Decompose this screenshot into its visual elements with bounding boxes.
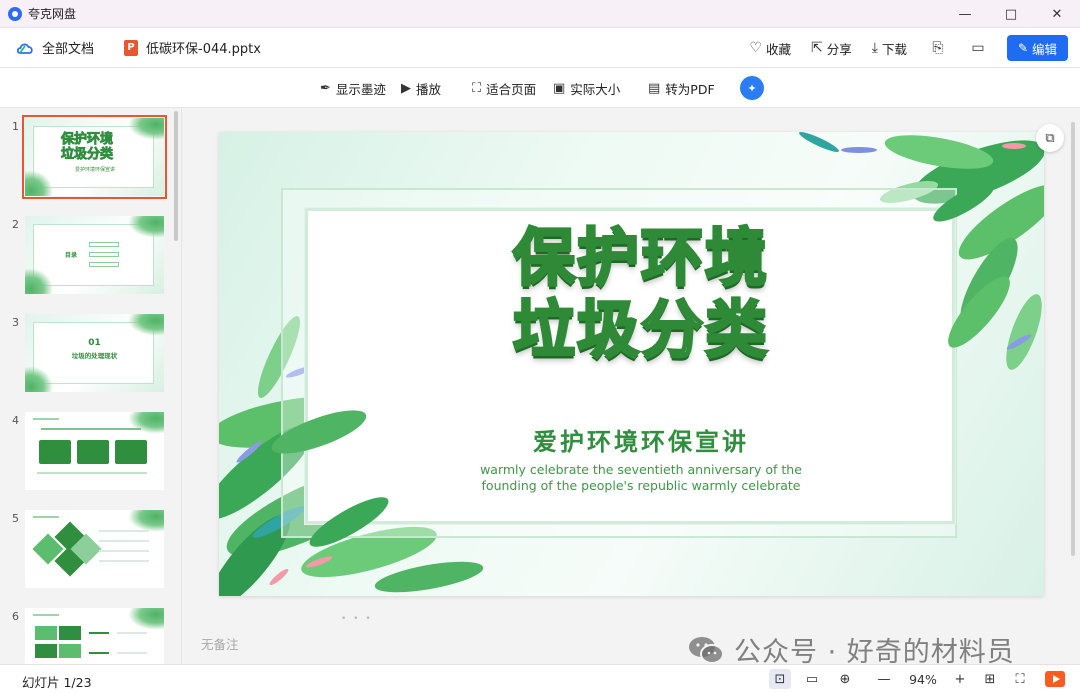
app-logo-icon [8, 6, 22, 21]
ai-assistant-icon[interactable]: ✦ [740, 76, 764, 100]
notes-view-icon[interactable]: ▭ [801, 669, 823, 689]
stage-scrollbar[interactable] [1071, 122, 1075, 556]
show-ink-label: 显示墨迹 [335, 81, 386, 97]
cloud-icon [16, 41, 34, 55]
zoom-in-icon[interactable]: + [949, 669, 971, 689]
edit-label: 编辑 [1032, 41, 1058, 57]
thumbnail-number: 1 [12, 120, 19, 133]
slide-counter: 幻灯片 1/23 [22, 675, 92, 690]
maximize-button[interactable]: □ [988, 0, 1034, 28]
actual-size-button[interactable]: ▣ 实际大小 [553, 68, 620, 108]
thumbnail-number: 3 [12, 316, 19, 329]
thumbnail-label: 垃圾的处理现状 [71, 352, 118, 360]
slide-title-line2: 垃圾分类 [511, 292, 769, 367]
document-header: 全部文档 P 低碳环保-044.pptx ♡ 收藏 ⇱ 分享 ⤓ 下载 ⎘ ▭ … [0, 28, 1080, 68]
app-title: 夸克网盘 [28, 7, 77, 21]
view-toolbar: ✒ 显示墨迹 ▶ 播放 ⛶ 适合页面 ▣ 实际大小 ▤ 转为PDF ✦ [0, 68, 1080, 108]
actual-size-icon: ▣ [553, 80, 566, 96]
fit-page-label: 适合页面 [486, 81, 537, 97]
globe-icon[interactable]: ⊕ [834, 669, 856, 689]
slide-thumbnail[interactable]: 目录 [25, 216, 164, 294]
fit-page-button[interactable]: ⛶ 适合页面 [472, 68, 536, 108]
zoom-out-icon[interactable]: — [873, 669, 895, 689]
slideshow-play-icon[interactable] [1045, 671, 1065, 687]
edit-button[interactable]: ✎ 编辑 [1007, 35, 1068, 61]
comment-icon[interactable]: ▭ [969, 40, 987, 56]
thumbnail-number: 4 [12, 414, 19, 427]
status-bar: 幻灯片 1/23 ⊡ ▭ ⊕ — 94% + ⊞ ⛶ [0, 664, 1080, 693]
pdf-icon: ▤ [648, 80, 661, 96]
zoom-level: 94% [909, 672, 937, 687]
fit-page-icon: ⛶ [472, 80, 482, 96]
slide-thumbnail[interactable]: 保护环境 垃圾分类 爱护环境环保宣讲 [22, 115, 167, 199]
export-icon[interactable]: ⎘ [929, 40, 947, 56]
slide-thumbnail[interactable]: 01 垃圾的处理现状 [25, 314, 164, 392]
actual-size-label: 实际大小 [570, 81, 621, 97]
notes-resize-handle[interactable]: • • • [341, 614, 373, 624]
thumbnail-section-number: 01 [88, 338, 101, 348]
slide-english-text: warmly celebrate the seventieth annivers… [441, 462, 841, 494]
slide-thumbnail-panel: 1 保护环境 垃圾分类 爱护环境环保宣讲 2 目录 3 01 垃圾的处理现状 4… [0, 108, 182, 664]
wechat-icon [688, 635, 724, 665]
thumbnail-subtitle: 爱护环境环保宣讲 [75, 167, 116, 173]
pencil-icon: ✎ [1017, 41, 1029, 55]
slide-english-line1: warmly celebrate the seventieth annivers… [480, 462, 802, 477]
to-pdf-button[interactable]: ▤ 转为PDF [648, 68, 715, 108]
share-button[interactable]: ⇱ 分享 [811, 39, 852, 58]
download-button[interactable]: ⤓ 下载 [872, 39, 907, 58]
minimize-button[interactable]: — [942, 0, 988, 28]
slide-title: 保护环境 垃圾分类 [451, 220, 831, 367]
thumbnail-scrollbar[interactable] [174, 111, 178, 241]
slide-thumbnail[interactable] [25, 608, 164, 664]
slide-thumbnail[interactable] [25, 510, 164, 588]
header-actions: ♡ 收藏 ⇱ 分享 ⤓ 下载 ⎘ ▭ ✎ 编辑 [729, 28, 1068, 68]
slide-title-line1: 保护环境 [511, 220, 769, 295]
window-titlebar: 夸克网盘 — □ ✕ [0, 0, 1080, 28]
fit-window-icon[interactable]: ⊞ [979, 669, 1001, 689]
notes-placeholder[interactable]: 无备注 [201, 634, 239, 653]
play-button[interactable]: ▶ 播放 [401, 68, 441, 108]
close-button[interactable]: ✕ [1034, 0, 1080, 28]
reading-mode-icon[interactable]: ⊡ [769, 669, 791, 689]
thumbnail-number: 6 [12, 610, 19, 623]
share-label: 分享 [826, 41, 852, 57]
thumbnail-label: 目录 [65, 252, 78, 259]
file-name: 低碳环保-044.pptx [146, 42, 261, 57]
show-ink-button[interactable]: ✒ 显示墨迹 [320, 68, 386, 108]
thumbnail-number: 2 [12, 218, 19, 231]
window-controls: — □ ✕ [942, 0, 1080, 28]
fullscreen-icon[interactable]: ⛶ [1009, 669, 1031, 689]
slide-english-line2: founding of the people's republic warmly… [481, 478, 801, 493]
all-documents-link[interactable]: 全部文档 [42, 38, 94, 57]
favorite-label: 收藏 [766, 41, 792, 57]
thumbnail-number: 5 [12, 512, 19, 525]
play-label: 播放 [416, 81, 442, 97]
slide-stage: 保护环境 垃圾分类 爱护环境环保宣讲 warmly celebrate the … [183, 108, 1080, 664]
thumbnail-title: 保护环境 垃圾分类 [61, 132, 114, 163]
play-circle-icon: ▶ [401, 80, 411, 96]
download-icon: ⤓ [871, 40, 878, 56]
download-label: 下载 [881, 41, 907, 57]
current-slide[interactable]: 保护环境 垃圾分类 爱护环境环保宣讲 warmly celebrate the … [219, 132, 1044, 596]
to-pdf-label: 转为PDF [665, 81, 715, 97]
heart-icon: ♡ [749, 40, 763, 56]
slide-thumbnail[interactable] [25, 412, 164, 490]
ink-pen-icon: ✒ [320, 80, 331, 96]
favorite-button[interactable]: ♡ 收藏 [749, 39, 791, 58]
slide-subtitle: 爱护环境环保宣讲 [533, 428, 749, 456]
copy-slide-icon[interactable]: ⧉ [1036, 124, 1064, 152]
share-icon: ⇱ [811, 40, 823, 56]
pptx-file-icon: P [124, 39, 139, 56]
